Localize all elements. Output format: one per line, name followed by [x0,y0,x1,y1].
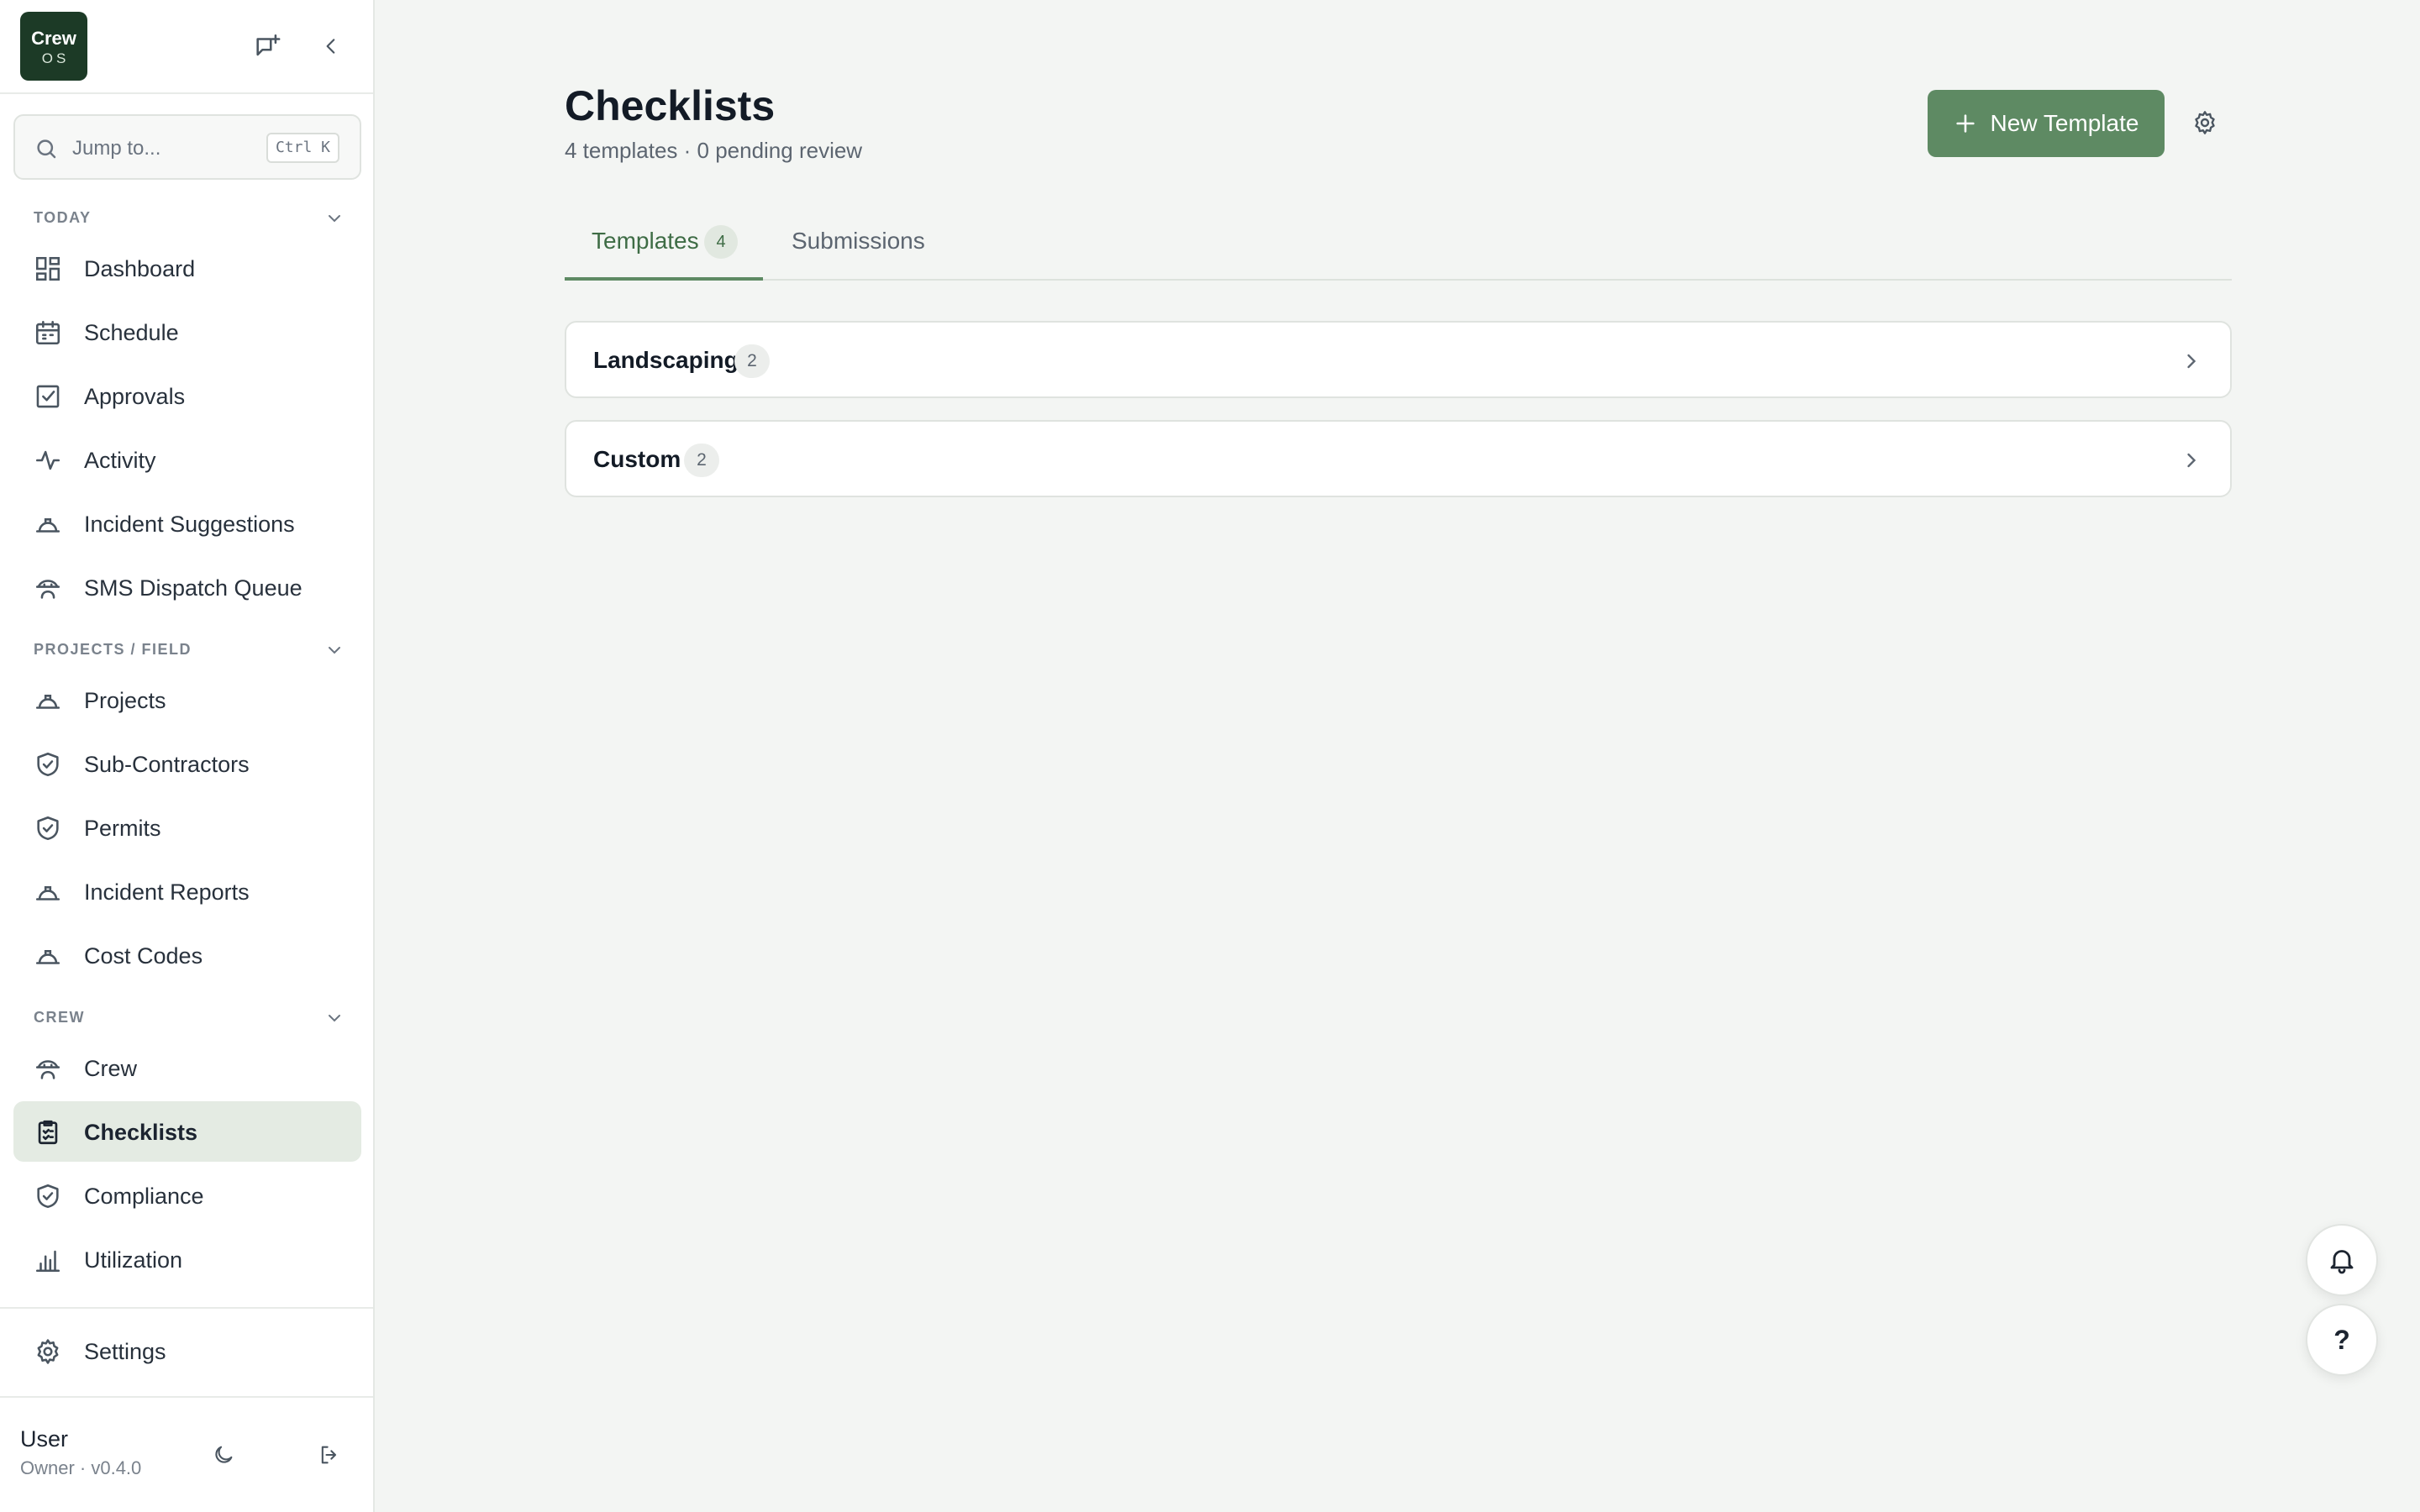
collapse-sidebar-icon[interactable] [313,28,350,65]
hardhat-icon [34,686,62,715]
checkbox-icon [34,382,62,411]
crew-icon [34,574,62,602]
section-title: PROJECTS / FIELD [34,641,192,658]
tab-submissions[interactable]: Submissions [763,215,931,281]
gear-icon[interactable] [2188,106,2222,139]
sidebar-item-label: Compliance [84,1184,204,1209]
user-role-version: Owner · v0.4.0 [20,1457,142,1478]
chevron-down-icon [324,640,345,660]
search-placeholder: Jump to... [72,137,161,160]
sidebar-item-label: Activity [84,448,156,473]
sidebar-item-settings[interactable]: Settings [13,1320,361,1381]
brand-logo-line2: OS [41,50,70,66]
gear-icon [34,1337,62,1366]
page-title: Checklists [565,82,776,129]
hardhat-icon [34,510,62,538]
sidebar-item-label: Dashboard [84,256,196,281]
chevron-down-icon [324,1008,345,1028]
sidebar-item-activity[interactable]: Activity [13,429,361,490]
help-icon: ? [2333,1325,2350,1355]
sidebar-divider [0,1396,373,1398]
chevron-down-icon [324,208,345,228]
brand-logo-line1: Crew [31,28,76,49]
search-icon [34,136,59,161]
activity-icon [34,446,62,475]
sidebar-item-label: Projects [84,688,166,713]
sidebar-divider [0,92,373,94]
sidebar-item-checklists[interactable]: Checklists [13,1101,361,1162]
section-title: TODAY [34,209,92,226]
template-group-custom[interactable]: Custom 2 [565,420,2232,497]
sidebar-item-approvals[interactable]: Approvals [13,365,361,426]
moon-icon[interactable] [205,1436,242,1473]
feedback-icon[interactable] [249,28,286,65]
sidebar-item-incident-suggestions[interactable]: Incident Suggestions [13,493,361,554]
jump-to-search[interactable]: Jump to... Ctrl K [13,114,361,180]
sidebar-item-label: Permits [84,816,161,841]
section-title: CREW [34,1009,85,1026]
page-subtitle: 4 templates · 0 pending review [565,138,863,163]
section-header-projects-field[interactable]: PROJECTS / FIELD [34,637,345,662]
user-name: User [20,1426,69,1452]
sidebar-item-label: SMS Dispatch Queue [84,575,302,601]
group-name: Custom [593,446,681,472]
sidebar-item-projects[interactable]: Projects [13,669,361,730]
sidebar-item-dashboard[interactable]: Dashboard [13,238,361,298]
sidebar-divider [0,1307,373,1309]
tab-count-badge: 4 [704,225,738,259]
logout-icon[interactable] [311,1436,348,1473]
section-header-today[interactable]: TODAY [34,205,345,230]
sidebar-item-crew[interactable]: Crew [13,1037,361,1098]
chevron-right-icon [2180,449,2203,472]
sidebar-item-label: Incident Reports [84,879,250,905]
shield-icon [34,1182,62,1210]
sidebar-item-incident-reports[interactable]: Incident Reports [13,861,361,921]
calendar-icon [34,318,62,347]
shield-icon [34,814,62,843]
dashboard-icon [34,255,62,283]
group-name: Landscaping [593,347,739,373]
chevron-right-icon [2180,349,2203,373]
hardhat-icon [34,878,62,906]
group-count-badge: 2 [734,344,770,378]
brand-logo[interactable]: Crew OS [20,12,87,81]
template-group-landscaping[interactable]: Landscaping 2 [565,321,2232,398]
sidebar-item-cost-codes[interactable]: Cost Codes [13,925,361,985]
tab-label: Submissions [792,228,925,254]
search-shortcut-badge: Ctrl K [266,133,339,163]
bell-icon [2330,1250,2354,1274]
plus-icon [1954,112,1977,135]
sidebar-item-label: Crew [84,1056,138,1081]
group-count-badge: 2 [684,444,719,477]
hardhat-icon [34,942,62,970]
sidebar-item-label: Checklists [84,1120,198,1145]
bar-chart-icon [34,1246,62,1274]
crew-icon [34,1054,62,1083]
section-header-crew[interactable]: CREW [34,1005,345,1030]
sidebar-item-label: Sub-Contractors [84,752,250,777]
sidebar-item-sub-contractors[interactable]: Sub-Contractors [13,733,361,794]
checklist-tabs: Templates 4 Submissions [565,215,2232,281]
sidebar-item-label: Schedule [84,320,179,345]
sidebar-item-compliance[interactable]: Compliance [13,1165,361,1226]
sidebar: Crew OS Jump to... Ctrl K TODAY Dashboar… [0,0,375,1512]
sidebar-item-sms-dispatch-queue[interactable]: SMS Dispatch Queue [13,557,361,617]
sidebar-item-label: Cost Codes [84,943,203,969]
notifications-button[interactable] [2306,1224,2378,1296]
new-template-label: New Template [1990,110,2139,136]
sidebar-item-label: Incident Suggestions [84,512,295,537]
clipboard-icon [34,1118,62,1147]
sidebar-item-label: Approvals [84,384,186,409]
tab-templates[interactable]: Templates 4 [565,215,763,281]
sidebar-item-label: Settings [84,1339,166,1364]
sidebar-item-permits[interactable]: Permits [13,797,361,858]
new-template-button[interactable]: New Template [1928,90,2165,157]
tab-label: Templates [592,228,699,254]
sidebar-item-schedule[interactable]: Schedule [13,302,361,362]
shield-icon [34,750,62,779]
sidebar-item-label: Utilization [84,1247,183,1273]
sidebar-item-utilization[interactable]: Utilization [13,1229,361,1289]
help-button[interactable]: ? [2306,1304,2378,1376]
